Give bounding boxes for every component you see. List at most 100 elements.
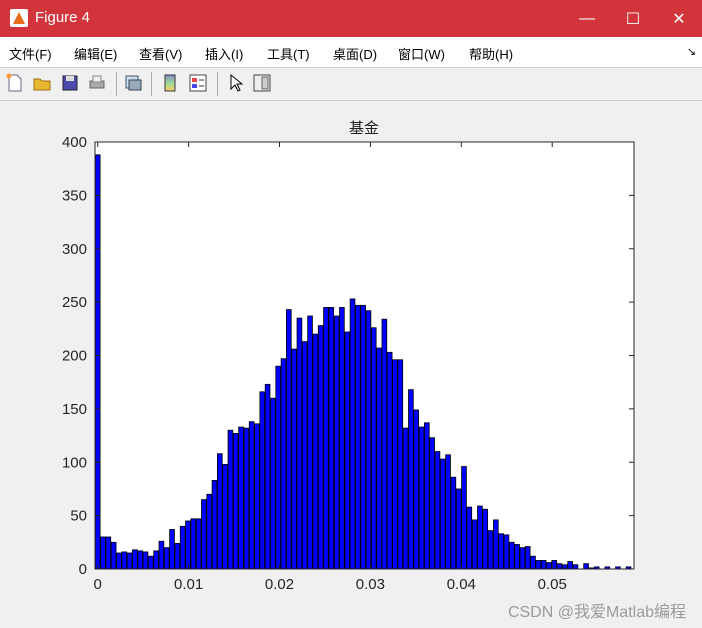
legend-icon[interactable] (188, 73, 208, 93)
x-tick-label: 0 (94, 576, 102, 593)
histogram-bar (105, 536, 112, 570)
histogram-bar (312, 333, 319, 570)
histogram-bar (376, 347, 382, 570)
histogram-bar (195, 518, 202, 570)
colorbar-icon[interactable] (160, 73, 180, 93)
histogram-bar (238, 426, 244, 570)
menu-tools[interactable]: 工具(T) (267, 44, 310, 63)
y-tick-label: 400 (62, 134, 87, 151)
x-tick-label: 0.04 (447, 576, 476, 593)
histogram-bar (355, 304, 361, 570)
new-figure-icon[interactable] (5, 73, 25, 93)
menu-help[interactable]: 帮助(H) (469, 44, 513, 63)
histogram-bar (163, 547, 170, 570)
histogram-bar (471, 519, 478, 570)
histogram-bar (174, 542, 181, 570)
y-tick-label: 200 (62, 348, 87, 365)
window-title: Figure 4 (35, 9, 91, 26)
histogram-bar (381, 318, 388, 570)
y-tick-label: 300 (62, 241, 87, 258)
histogram-bar (296, 317, 303, 570)
histogram-bar (429, 437, 435, 570)
histogram-bar (217, 453, 223, 570)
minimize-button[interactable]: — (564, 0, 610, 37)
histogram-bar (100, 536, 106, 570)
menu-desktop[interactable]: 桌面(D) (333, 44, 377, 63)
property-editor-icon[interactable] (252, 73, 272, 93)
histogram-bar (418, 426, 425, 570)
menu-edit[interactable]: 编辑(E) (74, 44, 117, 63)
y-tick-label: 100 (62, 454, 87, 471)
histogram-bar (482, 508, 489, 570)
histogram-bar (126, 552, 133, 570)
x-tick-label: 0.05 (538, 576, 567, 593)
histogram-bar (508, 541, 515, 570)
y-tick-label: 350 (62, 187, 87, 204)
pointer-icon[interactable] (226, 73, 246, 93)
watermark: CSDN @我爱Matlab编程 (507, 604, 686, 621)
histogram-bar (365, 310, 372, 570)
histogram-bar (110, 541, 117, 570)
histogram-bar (370, 327, 377, 570)
histogram-bar (466, 506, 473, 570)
histogram-bar (487, 530, 494, 570)
histogram-bar (148, 555, 154, 570)
open-icon[interactable] (32, 73, 52, 93)
x-tick-label: 0.03 (356, 576, 385, 593)
histogram-bar (232, 433, 239, 570)
histogram-bar (344, 331, 351, 570)
histogram-bar (158, 540, 165, 570)
histogram-bar (179, 525, 186, 570)
menu-file[interactable]: 文件(F) (9, 44, 52, 63)
maximize-button[interactable]: ☐ (610, 0, 656, 37)
histogram-bar (498, 533, 504, 570)
histogram-bar (540, 560, 547, 570)
histogram-bar (503, 534, 510, 570)
dock-arrow-icon[interactable]: ↘ (687, 45, 696, 58)
histogram-bar (227, 429, 234, 570)
histogram-bar (137, 550, 143, 570)
histogram-bar (264, 383, 271, 570)
histogram-bar (206, 493, 212, 570)
histogram-bar (243, 427, 250, 570)
histogram-bar (519, 547, 526, 570)
histogram-bar (530, 555, 536, 570)
close-button[interactable]: ✕ (656, 0, 702, 37)
histogram-bar (413, 409, 420, 570)
histogram-bar (185, 520, 191, 570)
histogram-bar (190, 518, 197, 570)
histogram-bar (392, 359, 398, 570)
y-tick-label: 0 (79, 561, 87, 578)
link-plot-icon[interactable] (123, 73, 143, 93)
menu-insert[interactable]: 插入(I) (205, 44, 243, 63)
histogram-bar (270, 397, 276, 570)
histogram-bar (360, 304, 366, 570)
histogram-bar (583, 563, 589, 570)
histogram-bar (450, 476, 457, 570)
histogram-bar (254, 423, 260, 570)
histogram-bar (434, 451, 441, 570)
histogram-bar (211, 479, 218, 570)
histogram-bar (280, 358, 287, 570)
histogram-bar (567, 561, 573, 570)
histogram-bar (408, 389, 414, 570)
histogram-bar (546, 562, 552, 570)
histogram-chart: 基金 0 0.01 0.02 0.03 0.04 0.05 0 50 100 150 200 250 3… (62, 120, 635, 593)
histogram-bar (397, 359, 404, 570)
histogram-bar (328, 307, 335, 570)
histogram-bar (349, 298, 356, 570)
menu-view[interactable]: 查看(V) (139, 44, 182, 63)
toolbar-separator (151, 72, 152, 96)
histogram-bar (323, 307, 329, 570)
histogram-bar (445, 454, 451, 570)
menu-bar: 文件(F) 编辑(E) 查看(V) 插入(I) 工具(T) 桌面(D) 窗口(W… (0, 37, 702, 68)
menu-window[interactable]: 窗口(W) (398, 44, 445, 63)
histogram-bar (248, 421, 255, 570)
histogram-bar (386, 351, 393, 570)
histogram-bar (291, 348, 297, 570)
title-bar: Figure 4 — ☐ ✕ (0, 0, 702, 37)
histogram-bar (142, 551, 149, 570)
histogram-bar (493, 519, 499, 570)
save-icon[interactable] (60, 73, 80, 93)
print-icon[interactable] (87, 73, 107, 93)
